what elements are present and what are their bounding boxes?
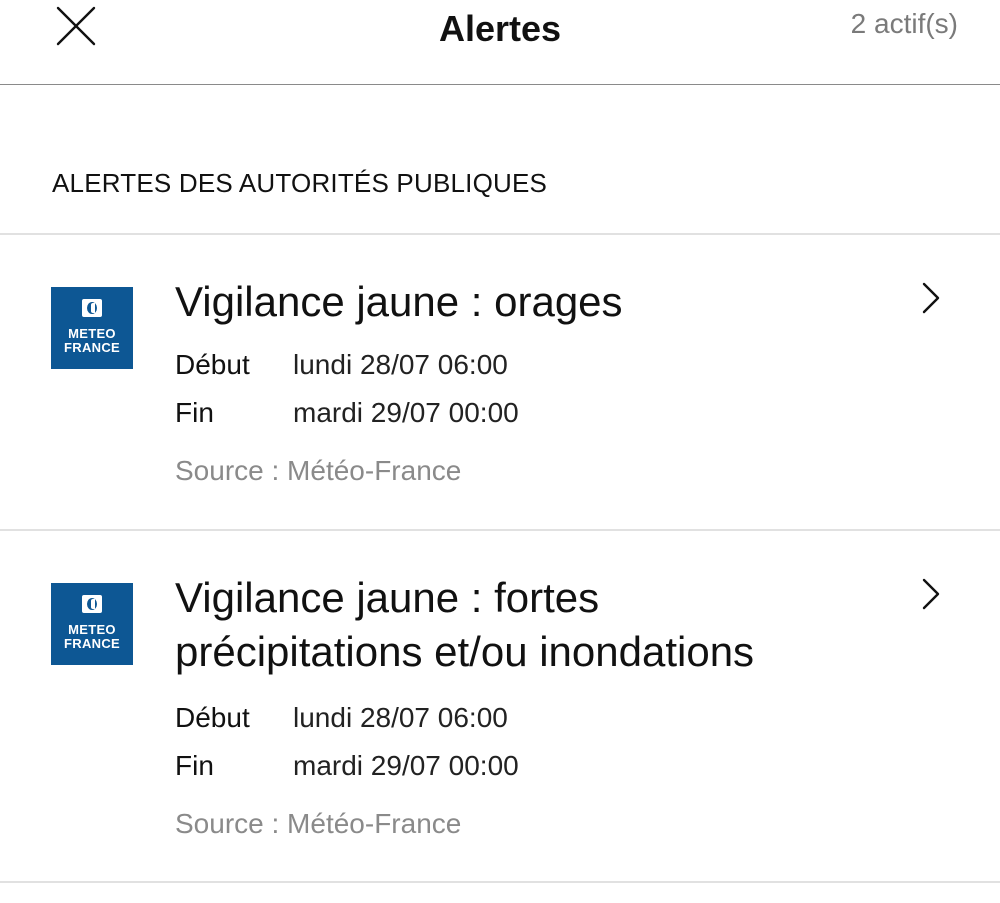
start-label: Début [175, 702, 250, 733]
divider [0, 881, 1000, 883]
start-value: lundi 28/07 06:00 [293, 349, 508, 380]
alert-title-line: Vigilance jaune : orages [175, 278, 623, 325]
active-count: 2 actif(s) [850, 8, 958, 39]
section-title: ALERTES DES AUTORITÉS PUBLIQUES [52, 168, 548, 198]
alert-title: Vigilance jaune : fortes précipitations … [175, 571, 875, 679]
meteo-france-mark-icon [82, 299, 102, 317]
logo-text-line1: METEO [68, 326, 116, 341]
logo-text-line1: METEO [68, 622, 116, 637]
meteo-france-logo: METEO FRANCE [51, 583, 133, 665]
end-value: mardi 29/07 00:00 [293, 750, 519, 781]
logo-text-line2: FRANCE [64, 636, 120, 651]
alert-title-line: Vigilance jaune : fortes [175, 574, 600, 621]
chevron-right-icon [922, 578, 940, 610]
source-text: Source : Météo-France [175, 455, 462, 486]
start-value: lundi 28/07 06:00 [293, 702, 508, 733]
source-text: Source : Météo-France [175, 808, 462, 839]
header-bar: Alertes 2 actif(s) [0, 0, 1000, 85]
chevron-right-icon [922, 282, 940, 314]
start-label: Début [175, 349, 250, 380]
end-label: Fin [175, 397, 214, 428]
alert-title: Vigilance jaune : orages [175, 275, 875, 329]
alert-item-precipitations[interactable]: METEO FRANCE Vigilance jaune : fortes pr… [0, 531, 1000, 881]
end-label: Fin [175, 750, 214, 781]
logo-text-line2: FRANCE [64, 340, 120, 355]
end-value: mardi 29/07 00:00 [293, 397, 519, 428]
meteo-france-logo: METEO FRANCE [51, 287, 133, 369]
meteo-france-mark-icon [82, 595, 102, 613]
alert-item-orages[interactable]: METEO FRANCE Vigilance jaune : orages Dé… [0, 235, 1000, 528]
alert-title-line: précipitations et/ou inondations [175, 628, 755, 675]
